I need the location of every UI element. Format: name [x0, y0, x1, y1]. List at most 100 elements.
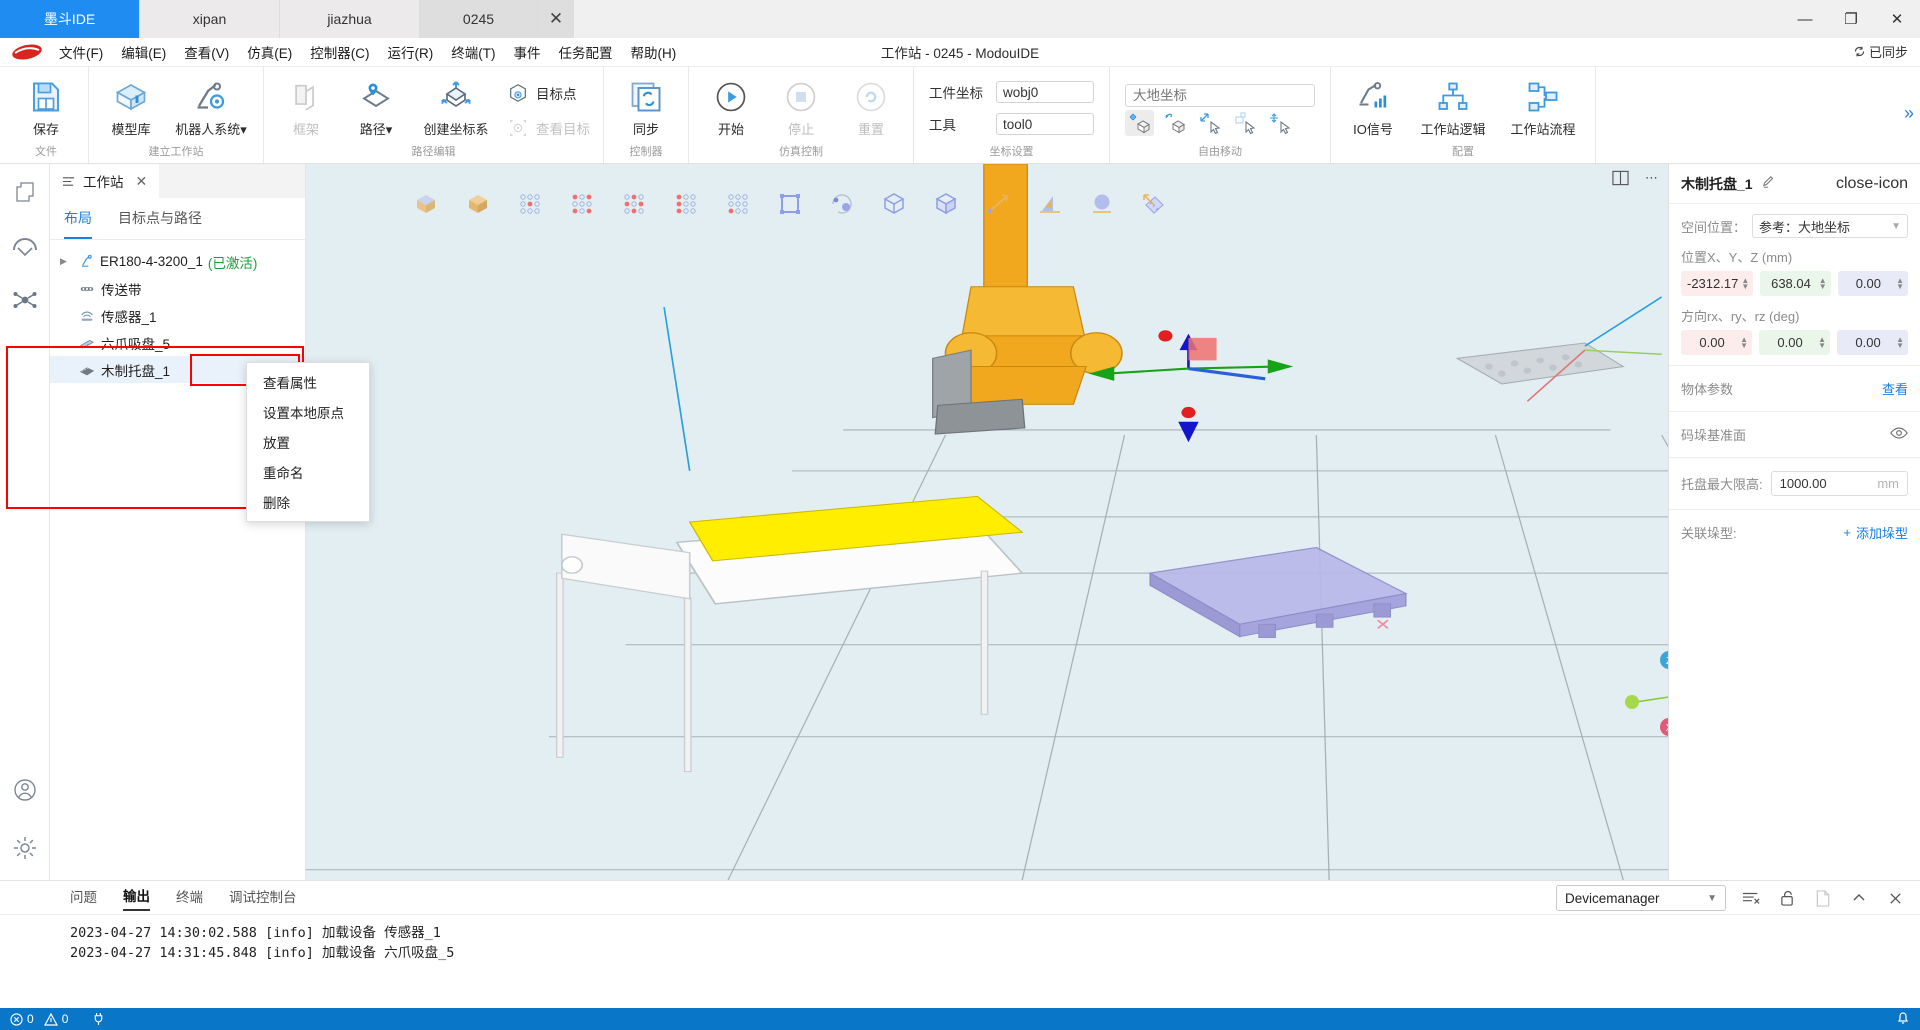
- collapse-icon[interactable]: [1848, 887, 1870, 909]
- reference-coordinate-input[interactable]: [1125, 84, 1315, 107]
- ruler-icon[interactable]: [1139, 189, 1169, 219]
- stepper-arrows-icon[interactable]: ▲▼: [1893, 337, 1904, 349]
- nodes-icon[interactable]: [11, 286, 39, 314]
- box-orange-icon[interactable]: [463, 189, 493, 219]
- menu-edit[interactable]: 编辑(E): [112, 39, 175, 65]
- bottom-tab-output[interactable]: 输出: [123, 885, 150, 911]
- menu-simulation[interactable]: 仿真(E): [238, 39, 301, 65]
- sphere-icon[interactable]: [1087, 189, 1117, 219]
- context-menu-set-local-origin[interactable]: 设置本地原点: [247, 397, 369, 427]
- subtab-targets-paths[interactable]: 目标点与路径: [118, 208, 202, 239]
- tree-item-conveyor[interactable]: 传送带: [50, 275, 305, 302]
- target-point-button[interactable]: 目标点: [501, 75, 596, 110]
- clear-output-icon[interactable]: [1740, 887, 1762, 909]
- ribbon-expand-icon[interactable]: »: [1904, 103, 1914, 124]
- orientation-ry-stepper[interactable]: 0.00 ▲▼: [1759, 330, 1830, 355]
- window-tab-xipan[interactable]: xipan: [140, 0, 280, 38]
- menu-file[interactable]: 文件(F): [50, 39, 112, 65]
- snap-icon[interactable]: [1230, 110, 1259, 136]
- robot-system-button[interactable]: 机器人系统▾: [166, 71, 256, 138]
- bottom-tab-debug-console[interactable]: 调试控制台: [229, 886, 297, 910]
- pattern-sides-icon[interactable]: [619, 189, 649, 219]
- freemove-icon[interactable]: [1265, 110, 1294, 136]
- sync-button[interactable]: 同步: [611, 71, 681, 138]
- tree-item-sensor[interactable]: 传感器_1: [50, 302, 305, 329]
- settings-icon[interactable]: [11, 834, 39, 862]
- maximize-button[interactable]: ❐: [1828, 0, 1874, 38]
- menu-terminal[interactable]: 终端(T): [442, 39, 504, 65]
- split-editor-icon[interactable]: [1612, 170, 1629, 189]
- menu-run[interactable]: 运行(R): [379, 39, 443, 65]
- close-button[interactable]: ✕: [1874, 0, 1920, 38]
- more-options-icon[interactable]: ⋯: [1645, 170, 1658, 189]
- window-tab-0245[interactable]: 0245: [420, 0, 538, 38]
- box-blue-icon[interactable]: [411, 189, 441, 219]
- bottom-tab-terminal[interactable]: 终端: [176, 886, 203, 910]
- account-icon[interactable]: [11, 776, 39, 804]
- lock-icon[interactable]: [1776, 887, 1798, 909]
- tab-close-button[interactable]: ✕: [538, 0, 574, 38]
- add-stack-button[interactable]: + 添加垛型: [1843, 523, 1908, 542]
- arc-icon[interactable]: [11, 232, 39, 260]
- subtab-layout[interactable]: 布局: [64, 208, 92, 239]
- menu-controller[interactable]: 控制器(C): [301, 39, 378, 65]
- plug-status[interactable]: [92, 1012, 105, 1026]
- orientation-rx-stepper[interactable]: 0.00 ▲▼: [1681, 330, 1752, 355]
- close-icon[interactable]: close-icon: [1836, 175, 1908, 193]
- pencil-icon[interactable]: [1762, 175, 1776, 192]
- rotate-icon[interactable]: [1160, 110, 1189, 136]
- cube-wire-icon[interactable]: [879, 189, 909, 219]
- orientation-rz-stepper[interactable]: 0.00 ▲▼: [1837, 330, 1908, 355]
- start-button[interactable]: 开始: [696, 71, 766, 138]
- object-params-view-link[interactable]: 查看: [1882, 379, 1908, 398]
- menu-help[interactable]: 帮助(H): [622, 39, 686, 65]
- sync-status-button[interactable]: 已同步: [1853, 42, 1908, 61]
- reset-button[interactable]: 重置: [836, 71, 906, 138]
- pattern-diagonal-icon[interactable]: [723, 189, 753, 219]
- station-tab-close[interactable]: ✕: [136, 173, 148, 190]
- station-tab[interactable]: 工作站 ✕: [50, 164, 159, 198]
- reference-select[interactable]: 参考：大地坐标 ▼: [1752, 214, 1908, 238]
- stepper-arrows-icon[interactable]: ▲▼: [1738, 278, 1749, 290]
- create-coordinate-button[interactable]: 创建坐标系: [411, 71, 501, 138]
- pattern-left-icon[interactable]: [671, 189, 701, 219]
- stepper-arrows-icon[interactable]: ▲▼: [1816, 278, 1827, 290]
- warning-status[interactable]: 0: [44, 1012, 69, 1026]
- files-icon[interactable]: [11, 178, 39, 206]
- io-signal-button[interactable]: IO信号: [1338, 71, 1408, 138]
- close-icon[interactable]: [1884, 887, 1906, 909]
- stepper-arrows-icon[interactable]: ▲▼: [1815, 337, 1826, 349]
- menu-view[interactable]: 查看(V): [175, 39, 238, 65]
- split-editor-icon[interactable]: [1812, 887, 1834, 909]
- frame-button[interactable]: 框架: [271, 71, 341, 138]
- model-library-button[interactable]: 模型库: [96, 71, 166, 138]
- plane-icon[interactable]: [775, 189, 805, 219]
- tool-input[interactable]: [996, 113, 1094, 135]
- window-tab-jiazhua[interactable]: jiazhua: [280, 0, 420, 38]
- tree-item-gripper[interactable]: 六爪吸盘_5: [50, 329, 305, 356]
- chevron-right-icon[interactable]: ▶: [60, 256, 72, 267]
- stepper-arrows-icon[interactable]: ▲▼: [1737, 337, 1748, 349]
- bottom-tab-problems[interactable]: 问题: [70, 886, 97, 910]
- save-button[interactable]: 保存: [11, 71, 81, 138]
- tree-item-robot[interactable]: ▶ ER180-4-3200_1 (已激活): [50, 248, 305, 275]
- angle-icon[interactable]: [1035, 189, 1065, 219]
- minimize-button[interactable]: —: [1782, 0, 1828, 38]
- pattern-center-icon[interactable]: [515, 189, 545, 219]
- context-menu-place[interactable]: 放置: [247, 427, 369, 457]
- scale-icon[interactable]: [1195, 110, 1224, 136]
- station-flow-button[interactable]: 工作站流程: [1498, 71, 1588, 138]
- stepper-arrows-icon[interactable]: ▲▼: [1893, 278, 1904, 290]
- position-x-stepper[interactable]: -2312.17 ▲▼: [1681, 271, 1753, 296]
- line-icon[interactable]: [983, 189, 1013, 219]
- menu-events[interactable]: 事件: [505, 39, 550, 65]
- path-button[interactable]: 路径▾: [341, 71, 411, 138]
- pattern-corners-icon[interactable]: [567, 189, 597, 219]
- translate-icon[interactable]: [1125, 110, 1154, 136]
- bell-icon[interactable]: [1896, 1010, 1910, 1028]
- window-tab-modouide[interactable]: 墨斗IDE: [0, 0, 140, 38]
- stop-button[interactable]: 停止: [766, 71, 836, 138]
- cube-solid-icon[interactable]: [931, 189, 961, 219]
- position-z-stepper[interactable]: 0.00 ▲▼: [1838, 271, 1908, 296]
- view-target-button[interactable]: 查看目标: [501, 110, 596, 145]
